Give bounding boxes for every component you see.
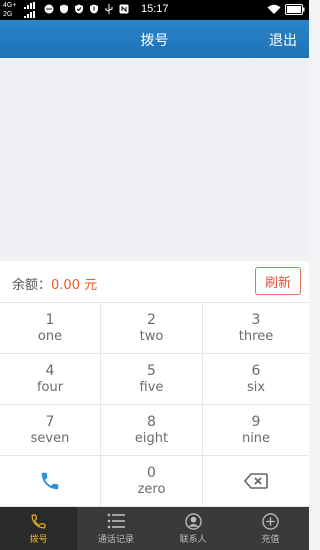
nav-label: 拨号 [29,535,48,545]
shield-icon [60,4,68,14]
key-2[interactable]: 2 two [101,303,203,354]
bottom-nav: 拨号 通话记录 联系人 充值 [0,507,309,550]
key-digit: 8 [147,413,156,430]
nav-item-call-log[interactable]: 通话记录 [77,507,154,550]
key-word: zero [137,481,166,497]
refresh-button[interactable]: 刷新 [255,267,301,295]
key-4[interactable]: 4 four [0,354,101,405]
usb-icon [105,4,113,14]
title-bar: 拨号 退出 [0,20,309,58]
notification-icons [44,4,129,14]
nav-item-dial[interactable]: 拨号 [0,507,78,550]
key-word: eight [134,430,169,446]
key-word: one [37,328,63,344]
key-digit: 1 [45,311,55,328]
plus-circle-icon [262,512,279,530]
dial-keypad: 1 one 2 two 3 three 4 four 5 five 6 six 7 seven… [0,303,309,507]
balance-value: 0.00 [51,278,80,293]
alert-shield-icon [90,4,98,14]
key-5[interactable]: 5 five [101,354,203,405]
key-8[interactable]: 8 eight [101,405,203,456]
delete-button[interactable] [203,456,309,507]
clock: 15:17 [141,3,169,15]
key-7[interactable]: 7 seven [0,405,101,456]
dial-number-display [0,58,309,261]
key-6[interactable]: 6 six [203,354,309,405]
key-word: six [246,379,266,395]
key-word: seven [30,430,70,446]
balance-unit: 元 [79,278,98,293]
nav-item-contacts[interactable]: 联系人 [155,507,232,550]
key-3[interactable]: 3 three [203,303,309,354]
exit-button[interactable]: 退出 [269,30,297,50]
call-button[interactable] [0,456,101,507]
key-digit: 9 [251,413,261,430]
key-word: three [238,328,274,344]
key-digit: 3 [251,311,261,328]
page-title: 拨号 [140,33,169,49]
network-bottom-label: 2G [3,11,13,18]
network-indicator: 4G+ 2G [3,1,16,19]
nav-label: 充值 [261,535,280,545]
key-digit: 6 [251,362,261,379]
balance-display: 余额：0.00 元 [12,274,97,293]
key-digit: 4 [45,362,55,379]
key-9[interactable]: 9 nine [203,405,309,456]
phone-icon [31,514,46,528]
wifi-icon [267,4,281,14]
key-word: four [36,379,64,395]
key-1[interactable]: 1 one [0,303,101,354]
key-digit: 0 [147,464,156,481]
message-icon [44,4,54,14]
backspace-icon [244,473,268,489]
contact-icon [184,512,202,530]
status-bar: 4G+ 2G 15:17 [0,0,309,20]
key-digit: 7 [45,413,55,430]
nav-label: 通话记录 [97,535,134,545]
battery-icon [285,4,305,15]
key-word: two [139,328,164,344]
nav-item-recharge[interactable]: 充值 [232,507,309,550]
signal-icon [24,2,35,18]
network-top-label: 4G+ [3,2,17,9]
key-word: five [139,379,164,395]
list-icon [107,513,125,529]
key-digit: 2 [147,311,156,328]
phone-icon [41,472,59,490]
shield-check-icon [75,4,83,14]
key-digit: 5 [147,362,156,379]
balance-row: 余额：0.00 元 刷新 [0,261,309,303]
key-0[interactable]: 0 zero [101,456,203,507]
nav-label: 联系人 [179,535,207,545]
nfc-icon [119,4,129,14]
key-word: nine [241,430,271,446]
balance-label: 余额： [12,278,52,293]
